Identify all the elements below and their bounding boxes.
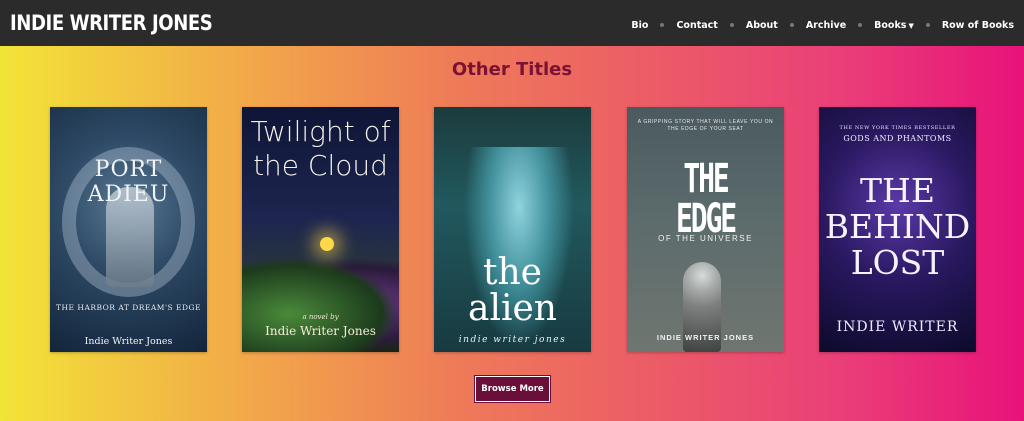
cover-tagline: THE NEW YORK TIMES BESTSELLER (839, 125, 956, 131)
nav-separator (925, 23, 930, 27)
nav-item-row-of-books[interactable]: Row of Books (942, 20, 1014, 31)
nav-separator (858, 23, 863, 27)
nav-item-books-label: Books (874, 19, 907, 31)
book-cover-the-behind-lost[interactable]: THE NEW YORK TIMES BESTSELLER GODS AND P… (819, 107, 976, 352)
cover-title: the alien (468, 252, 557, 329)
cover-author: indie writer jones (458, 335, 567, 345)
cover-title: THE BEHIND LOST (824, 171, 971, 282)
book-cover-port-adieu[interactable]: PORT ADIEU THE HARBOR AT DREAM'S EDGE In… (50, 107, 207, 352)
book-cover-the-alien[interactable]: the alien indie writer jones (434, 107, 591, 352)
book-cover-twilight-of-the-cloud[interactable]: Twilight of the Cloud a novel by Indie W… (242, 107, 399, 352)
nav-separator (729, 23, 734, 27)
nav-item-contact[interactable]: Contact (676, 20, 717, 31)
nav-item-archive[interactable]: Archive (806, 20, 846, 31)
site-logo[interactable]: INDIE WRITER JONES (10, 11, 213, 35)
section-title: Other Titles (451, 59, 573, 80)
cover-title: THE EDGE (675, 156, 737, 242)
cover-author: INDIE WRITER JONES (656, 333, 755, 342)
nav-item-books[interactable]: Books ▼ (874, 20, 914, 31)
nav-separator (789, 23, 794, 27)
cover-subtitle: OF THE UNIVERSE (658, 234, 753, 243)
cover-lantern-image (320, 237, 334, 251)
cover-title: PORT ADIEU (87, 157, 170, 207)
cover-author: Indie Writer Jones (265, 324, 376, 338)
cover-subtitle: GODS AND PHANTOMS (843, 134, 952, 143)
top-bar: INDIE WRITER JONES Bio Contact About Arc… (0, 0, 1024, 46)
cover-subtitle: a novel by (302, 313, 339, 321)
book-covers-row: PORT ADIEU THE HARBOR AT DREAM'S EDGE In… (0, 107, 1024, 352)
nav-item-bio[interactable]: Bio (631, 20, 648, 31)
nav-item-about[interactable]: About (746, 20, 778, 31)
main-nav: Bio Contact About Archive Books ▼ Row of … (631, 20, 1014, 31)
browse-more-button[interactable]: Browse More (474, 375, 551, 403)
cover-subtitle: THE HARBOR AT DREAM'S EDGE (56, 303, 201, 312)
cover-author: Indie Writer Jones (84, 336, 173, 347)
cover-author: INDIE WRITER (836, 319, 959, 335)
book-cover-the-edge[interactable]: A GRIPPING STORY THAT WILL LEAVE YOU ON … (627, 107, 784, 352)
nav-separator (660, 23, 665, 27)
cover-tagline: A GRIPPING STORY THAT WILL LEAVE YOU ON … (637, 119, 774, 132)
cover-title: Twilight of the Cloud (250, 115, 391, 182)
chevron-down-icon: ▼ (908, 21, 914, 30)
